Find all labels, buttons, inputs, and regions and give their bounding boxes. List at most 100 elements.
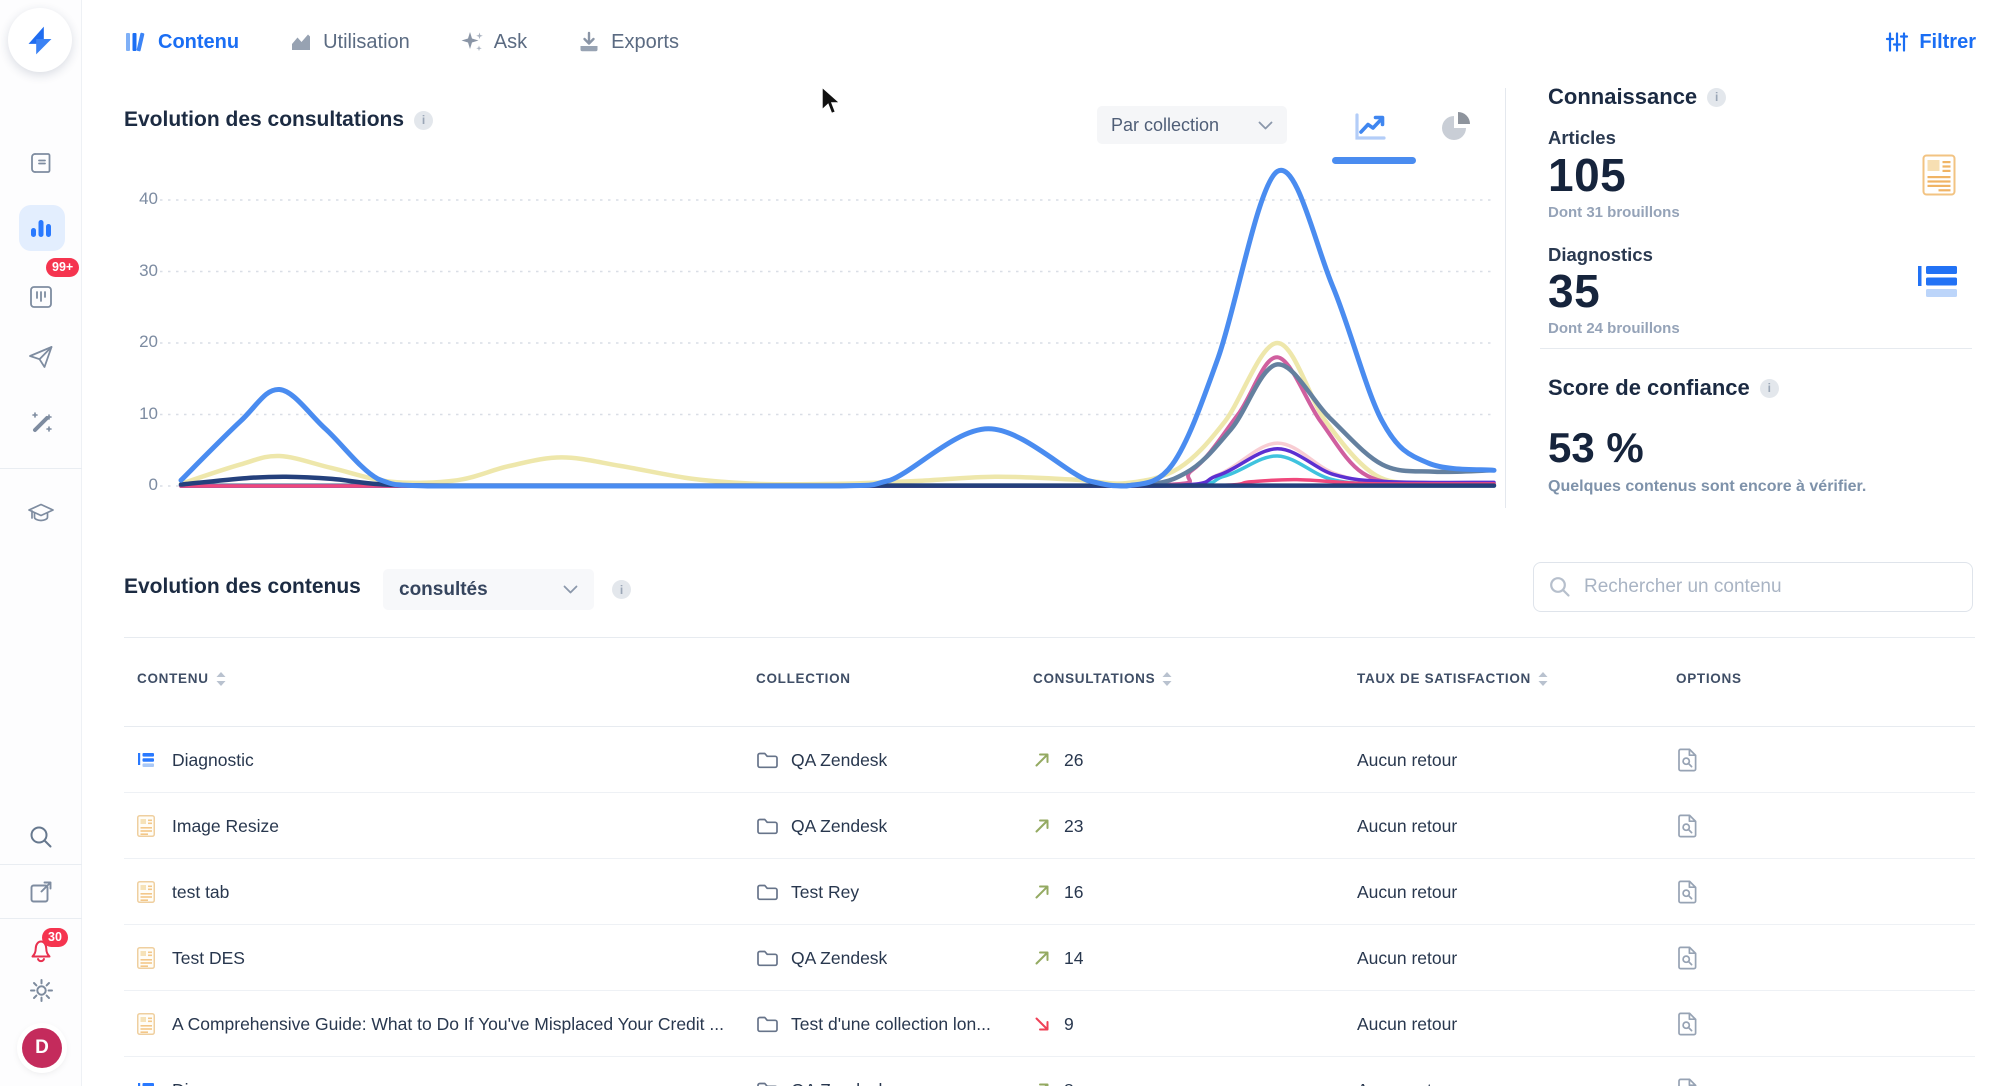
sidebar-item-analytics[interactable]: [0, 215, 82, 241]
tab-label: Contenu: [158, 31, 239, 54]
column-header-consultations[interactable]: Consultations: [1033, 671, 1172, 686]
tab-ask[interactable]: Ask: [460, 30, 527, 54]
trend-down-icon: [1033, 1015, 1051, 1033]
tab-label: Utilisation: [323, 31, 410, 54]
y-tick-label: 20: [124, 332, 158, 352]
trend-up-icon: [1033, 883, 1051, 901]
sidebar-item-automations[interactable]: [0, 408, 82, 436]
table-row[interactable]: Diagnostic QA Zendesk 26 Aucun retour: [124, 727, 1975, 793]
collection-name: Test d'une collection lon...: [791, 1014, 991, 1035]
preview-document-icon[interactable]: [1676, 747, 1699, 773]
bar-chart-icon: [28, 215, 54, 241]
collection-name: QA Zendesk: [791, 750, 887, 771]
column-header-contenu[interactable]: Contenu: [137, 671, 226, 686]
preview-document-icon[interactable]: [1676, 1077, 1699, 1086]
y-tick-label: 40: [124, 189, 158, 209]
mayday-logo-icon: [19, 19, 61, 61]
tab-utilisation[interactable]: Utilisation: [289, 30, 410, 54]
y-tick-label: 30: [124, 261, 158, 281]
sidebar-item-board[interactable]: [0, 283, 82, 311]
sidebar-divider: [0, 864, 82, 865]
filter-button[interactable]: Filtrer: [1885, 0, 1976, 84]
column-header-options: Options: [1676, 671, 1742, 686]
tab-label: Ask: [494, 31, 527, 54]
search-input[interactable]: [1584, 576, 1958, 598]
library-icon: [124, 30, 148, 54]
column-header-collection[interactable]: Collection: [756, 671, 851, 686]
download-icon: [577, 30, 601, 54]
info-icon[interactable]: i: [1707, 88, 1726, 107]
trend-up-icon: [1033, 949, 1051, 967]
table-row[interactable]: Test DES QA Zendesk 14 Aucun retour: [124, 925, 1975, 991]
preview-document-icon[interactable]: [1676, 1011, 1699, 1037]
consultations-chart: [124, 150, 1500, 522]
diagnostic-type-icon: [137, 1080, 155, 1086]
column-label: Collection: [756, 671, 851, 686]
sidebar-item-knowledge-base[interactable]: [0, 150, 82, 178]
sidebar-item-open-app[interactable]: [0, 879, 82, 905]
table-row[interactable]: Image Resize QA Zendesk 23 Aucun retour: [124, 793, 1975, 859]
pie-chart-view-toggle[interactable]: [1440, 110, 1472, 144]
satisfaction-value: Aucun retour: [1357, 948, 1457, 969]
column-header-satisfaction[interactable]: Taux de satisfaction: [1357, 671, 1548, 686]
group-by-label: Par collection: [1111, 115, 1219, 136]
line-chart-view-toggle[interactable]: [1352, 110, 1388, 144]
contents-mode-label: consultés: [399, 579, 488, 601]
collection-name: Test Rey: [791, 882, 859, 903]
article-icon: [1922, 154, 1956, 196]
external-link-icon: [28, 879, 54, 905]
trend-up-icon: [1033, 817, 1051, 835]
folder-icon: [756, 948, 779, 968]
score-header: Score de confiance i: [1548, 375, 1779, 401]
column-label: Taux de satisfaction: [1357, 671, 1531, 686]
satisfaction-value: Aucun retour: [1357, 882, 1457, 903]
column-label: Consultations: [1033, 671, 1155, 686]
table-body: Diagnostic QA Zendesk 26 Aucun retour: [124, 727, 1975, 1086]
nav-tabs: Contenu Utilisation Ask: [124, 0, 679, 84]
table-row[interactable]: Diag message QA Zendesk 8 Aucun retour: [124, 1057, 1975, 1086]
consultations-count: 8: [1064, 1080, 1074, 1086]
sidebar-item-settings[interactable]: [0, 977, 82, 1004]
info-icon[interactable]: i: [1760, 379, 1779, 398]
tab-contenu[interactable]: Contenu: [124, 30, 239, 54]
line-chart-icon: [1352, 110, 1388, 144]
preview-document-icon[interactable]: [1676, 813, 1699, 839]
score-subtext: Quelques contenus sont encore à vérifier…: [1548, 478, 1866, 496]
group-by-select[interactable]: Par collection: [1097, 106, 1287, 144]
tab-exports[interactable]: Exports: [577, 30, 679, 54]
filter-label: Filtrer: [1919, 31, 1976, 54]
magic-wand-icon: [27, 408, 55, 436]
chart-section-header: Evolution des consultations i: [124, 108, 433, 132]
collection-name: QA Zendesk: [791, 948, 887, 969]
info-icon[interactable]: i: [414, 111, 433, 130]
article-type-icon: [137, 947, 155, 969]
consultations-count: 26: [1064, 750, 1083, 771]
graduation-cap-icon: [27, 499, 55, 527]
sidebar-item-notifications[interactable]: [0, 936, 82, 964]
trend-up-icon: [1033, 751, 1051, 769]
y-tick-label: 10: [124, 404, 158, 424]
tab-label: Exports: [611, 31, 679, 54]
content-search: [1533, 562, 1973, 612]
user-avatar[interactable]: D: [22, 1028, 62, 1068]
app-logo[interactable]: [8, 8, 72, 72]
contents-mode-select[interactable]: consultés: [383, 569, 594, 610]
column-label: Options: [1676, 671, 1742, 686]
diagnostics-count: 35: [1548, 264, 1600, 318]
articles-label: Articles: [1548, 127, 1616, 149]
collection-name: QA Zendesk: [791, 816, 887, 837]
consultations-chart-area: 010203040: [124, 150, 1500, 522]
content-name: Image Resize: [172, 816, 279, 837]
satisfaction-value: Aucun retour: [1357, 1080, 1457, 1086]
preview-document-icon[interactable]: [1676, 879, 1699, 905]
preview-document-icon[interactable]: [1676, 945, 1699, 971]
search-icon: [1548, 575, 1572, 599]
articles-drafts-sub: Dont 31 brouillons: [1548, 204, 1680, 221]
table-row[interactable]: test tab Test Rey 16 Aucun retour: [124, 859, 1975, 925]
sidebar-item-academy[interactable]: [0, 499, 82, 527]
table-row[interactable]: A Comprehensive Guide: What to Do If You…: [124, 991, 1975, 1057]
info-icon[interactable]: i: [612, 580, 631, 599]
sidebar-item-push[interactable]: [0, 343, 82, 371]
articles-count: 105: [1548, 148, 1626, 202]
sidebar-item-search[interactable]: [0, 824, 82, 850]
